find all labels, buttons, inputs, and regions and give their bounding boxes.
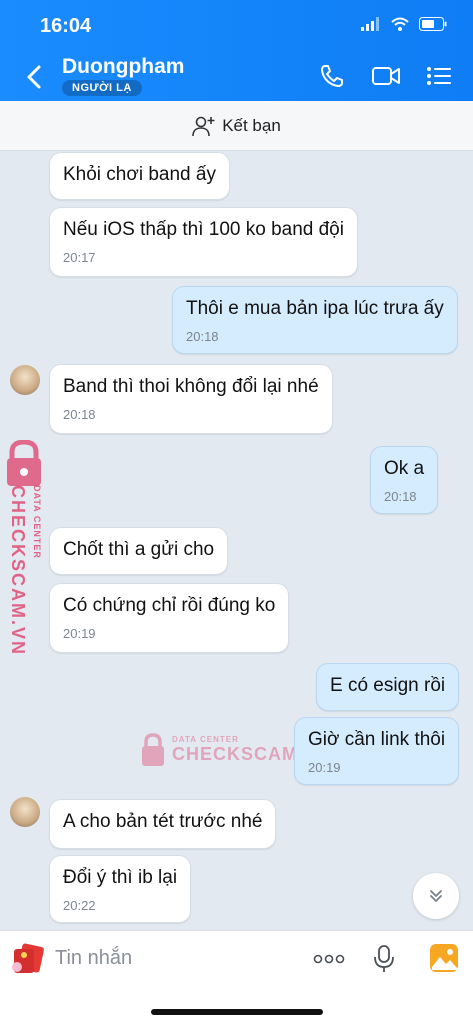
message-text: Khỏi chơi band ấy (63, 164, 216, 185)
chat-header: 16:04 Duongpham NGƯỜI LẠ (0, 0, 473, 101)
video-camera-icon[interactable] (371, 63, 401, 89)
lock-icon (142, 733, 164, 766)
image-icon[interactable] (429, 943, 459, 973)
message-bubble-incoming[interactable]: Đổi ý thì ib lại 20:22 (49, 855, 192, 923)
more-dots-icon[interactable] (313, 953, 345, 965)
message-text: Ok a (384, 458, 425, 479)
signal-icon (361, 17, 379, 31)
message-bubble-outgoing[interactable]: E có esign rồi (316, 663, 460, 711)
message-bubble-incoming[interactable]: A cho bản tét trước nhé (49, 799, 277, 849)
datacenter-vertical-text: DATA CENTER (32, 485, 42, 559)
message-input[interactable]: Tin nhắn (55, 947, 132, 970)
scroll-to-bottom-button[interactable] (413, 873, 459, 919)
battery-icon (419, 17, 447, 31)
message-time: 20:22 (63, 897, 96, 913)
message-bubble-incoming[interactable]: Chốt thì a gửi cho (49, 527, 229, 575)
message-time: 20:19 (308, 759, 341, 775)
message-text: Chốt thì a gửi cho (63, 539, 215, 560)
avatar[interactable] (10, 365, 40, 395)
list-icon[interactable] (425, 63, 453, 89)
message-text: Đổi ý thì ib lại (63, 867, 178, 888)
avatar[interactable] (10, 797, 40, 827)
message-bubble-incoming[interactable]: Có chứng chỉ rồi đúng ko 20:19 (49, 583, 290, 653)
add-friend-bar[interactable]: Kết bạn (0, 101, 473, 151)
add-friend-label: Kết bạn (222, 115, 281, 135)
add-user-icon (192, 116, 215, 136)
message-time: 20:18 (186, 328, 219, 344)
back-button[interactable] (22, 62, 48, 92)
phone-icon[interactable] (319, 63, 347, 89)
message-bubble-outgoing[interactable]: Giờ cần link thôi 20:19 (294, 717, 460, 785)
message-time: 20:18 (384, 488, 417, 504)
microphone-icon[interactable] (373, 944, 395, 974)
stranger-badge: NGƯỜI LẠ (62, 80, 142, 96)
message-text: Band thì thoi không đổi lại nhé (63, 376, 319, 397)
message-text: A cho bản tét trước nhé (63, 811, 263, 832)
status-time: 16:04 (40, 15, 92, 37)
message-bubble-outgoing[interactable]: Ok a 20:18 (370, 446, 439, 514)
home-indicator (151, 1009, 323, 1015)
message-text: Có chứng chỉ rồi đúng ko (63, 595, 276, 616)
message-bubble-incoming[interactable]: Band thì thoi không đổi lại nhé 20:18 (49, 364, 333, 434)
double-chevron-down-icon (430, 890, 442, 902)
sticker-icon[interactable] (8, 941, 48, 977)
message-time: 20:17 (63, 249, 96, 265)
message-bubble-outgoing[interactable]: Thôi e mua bản ipa lúc trưa ấy 20:18 (172, 286, 458, 354)
message-text: E có esign rồi (330, 675, 446, 696)
contact-name[interactable]: Duongpham (62, 55, 184, 79)
message-bubble-incoming[interactable]: Khỏi chơi band ấy (49, 152, 230, 200)
message-time: 20:19 (63, 625, 96, 641)
message-text: Thôi e mua bản ipa lúc trưa ấy (186, 298, 444, 319)
message-text: Nếu iOS thấp thì 100 ko band đội (63, 219, 344, 240)
message-bubble-incoming[interactable]: Nếu iOS thấp thì 100 ko band đội 20:17 (49, 207, 358, 277)
checkscam-vertical-text: CHECKSCAM.VN (8, 485, 28, 657)
wifi-icon (391, 17, 409, 31)
message-text: Giờ cần link thôi (308, 729, 446, 750)
message-time: 20:18 (63, 406, 96, 422)
status-icons (361, 17, 447, 31)
